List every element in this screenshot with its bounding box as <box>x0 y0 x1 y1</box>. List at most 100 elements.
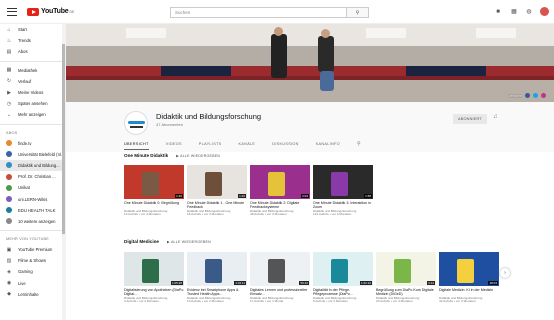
sidebar-item[interactable]: Universität Bielefeld (Vi... <box>0 149 62 160</box>
channel-search-icon[interactable]: ⚲ <box>357 141 361 147</box>
sidebar-item[interactable]: 10 weitere anzeigen <box>0 216 62 227</box>
account-avatar[interactable] <box>540 7 549 16</box>
channel-title: Didaktik und Bildungsforschung <box>156 112 262 121</box>
subscribe-button[interactable]: ABONNIERT <box>453 114 487 124</box>
social-icon[interactable] <box>533 93 538 98</box>
video-card[interactable]: 59:40 Digitales Lernen und professionelle… <box>250 252 310 304</box>
sidebar-item[interactable]: ⌂ Start <box>0 24 62 35</box>
banner-link-website[interactable]: Webseite <box>507 94 522 98</box>
video-card[interactable]: 3:12 Begrüßung zum DiaPo Kurs Digitale Me… <box>376 252 436 304</box>
video-duration: 3:12 <box>427 281 435 285</box>
shelf-next-arrow-icon[interactable]: › <box>500 268 510 278</box>
video-thumbnail[interactable]: 1:05:28 <box>124 252 184 286</box>
sidebar-divider <box>0 123 62 125</box>
search-input[interactable]: Suchen <box>170 7 347 18</box>
video-thumbnail[interactable]: 1:04:11 <box>187 252 247 286</box>
sidebar-item[interactable]: ⌄ Mehr anzeigen <box>0 109 62 120</box>
social-icon[interactable] <box>525 93 530 98</box>
video-duration: 1:05:28 <box>170 281 183 285</box>
sidebar-item[interactable]: finde.tv <box>0 138 62 149</box>
tab-3[interactable]: KANÄLE <box>238 138 255 150</box>
subscriber-count: 47 Abonnenten <box>156 122 183 127</box>
scrollbar-thumb[interactable] <box>62 44 65 234</box>
video-thumbnail[interactable]: 48:03 <box>439 252 499 286</box>
sidebar-item[interactable]: ▦ Mediathek <box>0 65 62 76</box>
banner-links: Webseite <box>507 93 546 98</box>
play-all-button[interactable]: ▶ ALLE WIEDERGEBEN <box>176 154 220 158</box>
tab-0[interactable]: ÜBERSICHT <box>124 138 149 150</box>
banner-light <box>366 28 406 38</box>
sidebar-item[interactable]: uni.LERN-Wikis <box>0 193 62 204</box>
logo-region: DE <box>69 9 75 14</box>
video-duration: 1:40 <box>238 194 246 198</box>
channel-page: Webseite Didaktik und Bildungsforschung … <box>66 24 554 320</box>
thumbnail-figure <box>268 258 285 283</box>
sidebar-item[interactable]: Prof. Dr. Christian ... <box>0 171 62 182</box>
video-thumbnail[interactable]: 1:58 <box>313 165 373 199</box>
tab-1[interactable]: VIDEOS <box>166 138 182 150</box>
video-card[interactable]: 48:03 Digitale Medizin: KI in der Medizin… <box>439 252 499 304</box>
channel-header: Didaktik und Bildungsforschung 47 Abonne… <box>66 102 554 152</box>
video-meta: 13 Aufrufe • vor 3 Monaten <box>124 212 161 217</box>
sidebar-item-label: Start <box>18 27 27 33</box>
video-card[interactable]: 1:05:28 Digitalisierung von Apotheken (Di… <box>124 252 184 304</box>
sidebar: ⌂ Start ♨ Trends ▤ Abos ▦ Mediathek ↻ Verlauf ▶ Mei… <box>0 24 62 320</box>
video-card[interactable]: 1:04:11 Evidenz bei Smartphone Apps & Tru… <box>187 252 247 304</box>
video-thumbnail[interactable]: 3:12 <box>376 252 436 286</box>
video-duration: 1:26 <box>175 194 183 198</box>
more-icon: ⌄ <box>6 111 12 118</box>
sidebar-item[interactable]: ◷ Später ansehen <box>0 98 62 109</box>
video-meta: 6 Aufrufe • vor 2 Monaten <box>313 299 348 304</box>
shelf-name[interactable]: Digital Medicine <box>124 239 159 244</box>
sidebar-item[interactable]: ▣ YouTube Premium <box>0 244 62 255</box>
video-card[interactable]: 1:40 One Minute Didaktik 1 - One Minute F… <box>187 165 247 217</box>
sidebar-item[interactable]: ♨ Trends <box>0 35 62 46</box>
play-all-button[interactable]: ▶ ALLE WIEDERGEBEN <box>167 240 211 244</box>
channel-avatar[interactable] <box>124 111 148 135</box>
social-icon[interactable] <box>541 93 546 98</box>
create-video-icon[interactable]: ■ <box>494 8 502 16</box>
sidebar-item[interactable]: ◉ Live <box>0 278 62 289</box>
video-thumbnail[interactable]: 2:04 <box>250 165 310 199</box>
history-icon: ↻ <box>6 78 12 85</box>
video-thumbnail[interactable]: 59:40 <box>250 252 310 286</box>
channel-avatar-icon <box>6 140 12 147</box>
sidebar-item[interactable]: ↻ Verlauf <box>0 76 62 87</box>
video-thumbnail[interactable]: 1:26 <box>124 165 184 199</box>
search-button[interactable]: ⚲ <box>347 7 369 18</box>
video-card[interactable]: 1:02:10 Digitalität in der Pflege. Pflege… <box>313 252 373 304</box>
sidebar-item-label: Gaming <box>18 269 33 275</box>
sidebar-item[interactable]: ◆ Lerninhalte <box>0 289 62 300</box>
sidebar-item-label: finde.tv <box>18 140 32 146</box>
video-card[interactable]: 2:04 One Minute Didaktik 2: Digitale Feed… <box>250 165 310 217</box>
shelf-name[interactable]: One Minute Didaktik <box>124 153 168 158</box>
video-card[interactable]: 1:26 One Minute Didaktik 0: Begrüßung Dida… <box>124 165 184 217</box>
channel-avatar-icon <box>6 184 12 191</box>
youtube-logo[interactable]: YouTube DE <box>27 7 75 16</box>
sidebar-item[interactable]: ▥ Filme & Shows <box>0 255 62 266</box>
sidebar-item[interactable]: ◈ Gaming <box>0 266 62 277</box>
bell-icon[interactable]: ♫ <box>493 114 498 120</box>
video-thumbnail[interactable]: 1:02:10 <box>313 252 373 286</box>
gaming-icon: ◈ <box>7 268 11 275</box>
premium-icon: ▣ <box>6 246 12 253</box>
sidebar-item-label: Prof. Dr. Christian ... <box>18 174 56 180</box>
sidebar-item[interactable]: Didaktik und Bildung... <box>0 159 62 172</box>
search-icon: ⚲ <box>355 10 360 16</box>
video-thumbnail[interactable]: 1:40 <box>187 165 247 199</box>
sidebar-item[interactable]: Unikat <box>0 182 62 193</box>
sidebar-item-label: 10 weitere anzeigen <box>18 218 56 224</box>
sidebar-item-label: Verlauf <box>18 78 32 84</box>
apps-icon[interactable]: ▦ <box>510 8 518 16</box>
home-icon: ⌂ <box>7 26 11 33</box>
video-card[interactable]: 1:58 One Minute Didaktik 3: Interaktion i… <box>313 165 373 217</box>
sidebar-item[interactable]: ▶ Meine Videos <box>0 87 62 98</box>
menu-icon[interactable] <box>7 7 17 16</box>
sidebar-item-label: Mediathek <box>18 67 38 73</box>
tab-4[interactable]: DISKUSSION <box>272 138 298 150</box>
sidebar-item[interactable]: EDU HEALTH TALK <box>0 205 62 216</box>
notifications-icon[interactable]: ◍ <box>525 8 533 16</box>
tab-2[interactable]: PLAYLISTS <box>199 138 222 150</box>
sidebar-item[interactable]: ▤ Abos <box>0 46 62 57</box>
tab-5[interactable]: KANALINFO <box>316 138 340 150</box>
